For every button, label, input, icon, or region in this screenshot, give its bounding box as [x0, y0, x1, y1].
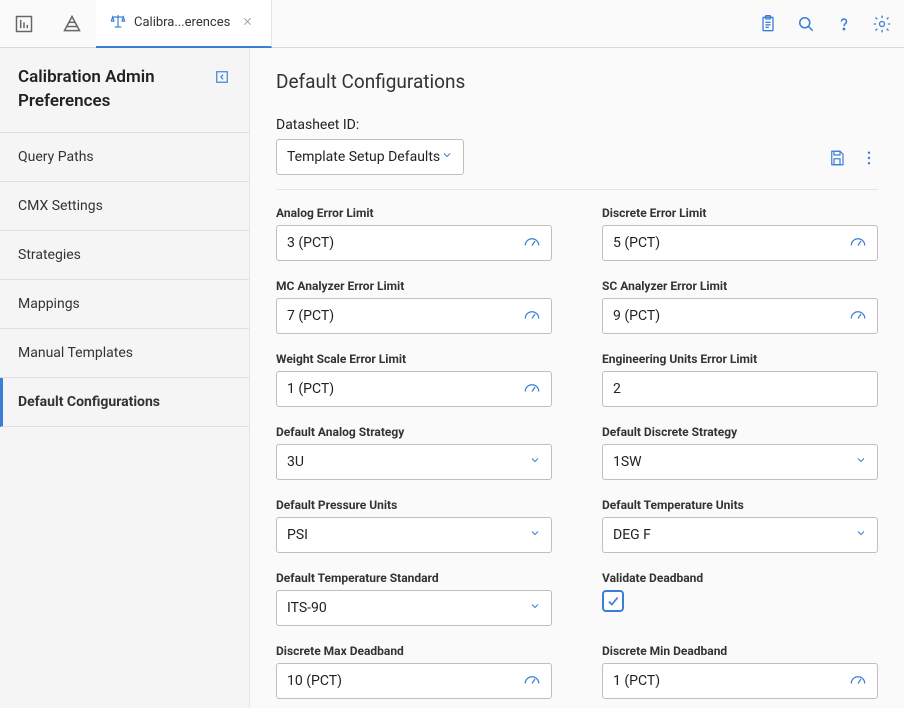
help-icon[interactable]	[826, 0, 862, 48]
sidebar-item-manual-templates[interactable]: Manual Templates	[0, 329, 249, 378]
chevron-down-icon	[529, 527, 541, 543]
field-engineering-units-error-limit: Engineering Units Error Limit 2	[602, 352, 878, 407]
field-discrete-error-limit: Discrete Error Limit 5 (PCT)	[602, 206, 878, 261]
gauge-icon	[849, 307, 867, 325]
sidebar-header: Calibration Admin Preferences	[0, 48, 249, 132]
sidebar: Calibration Admin Preferences Query Path…	[0, 48, 250, 708]
chevron-down-icon	[855, 454, 867, 470]
field-default-temperature-standard: Default Temperature Standard ITS-90	[276, 571, 552, 626]
save-icon[interactable]	[828, 149, 846, 171]
default-analog-strategy-select[interactable]: 3U	[276, 444, 552, 480]
gear-icon[interactable]	[864, 0, 900, 48]
sidebar-nav: Query Paths CMX Settings Strategies Mapp…	[0, 132, 249, 427]
field-default-temperature-units: Default Temperature Units DEG F	[602, 498, 878, 553]
sidebar-item-query-paths[interactable]: Query Paths	[0, 133, 249, 182]
field-label: Default Pressure Units	[276, 498, 552, 512]
gauge-icon	[523, 380, 541, 398]
tab-area: Calibra...erences	[96, 0, 272, 48]
field-label: MC Analyzer Error Limit	[276, 279, 552, 293]
field-label: Default Analog Strategy	[276, 425, 552, 439]
validate-deadband-checkbox[interactable]	[602, 590, 624, 612]
dashboard-icon[interactable]	[0, 0, 48, 48]
field-default-discrete-strategy: Default Discrete Strategy 1SW	[602, 425, 878, 480]
field-validate-deadband: Validate Deadband	[602, 571, 878, 626]
main-layout: Calibration Admin Preferences Query Path…	[0, 48, 904, 708]
engineering-units-error-limit-input[interactable]: 2	[602, 371, 878, 407]
field-default-pressure-units: Default Pressure Units PSI	[276, 498, 552, 553]
field-analog-error-limit: Analog Error Limit 3 (PCT)	[276, 206, 552, 261]
chevron-down-icon	[529, 454, 541, 470]
search-icon[interactable]	[788, 0, 824, 48]
field-label: Discrete Max Deadband	[276, 644, 552, 658]
datasheet-label: Datasheet ID:	[276, 117, 464, 133]
tab-label: Calibra...erences	[134, 15, 230, 30]
sidebar-item-cmx-settings[interactable]: CMX Settings	[0, 182, 249, 231]
page-actions	[828, 149, 878, 175]
default-temperature-units-select[interactable]: DEG F	[602, 517, 878, 553]
sidebar-title: Calibration Admin Preferences	[18, 66, 213, 114]
field-label: Discrete Min Deadband	[602, 644, 878, 658]
datasheet-select[interactable]: Template Setup Defaults	[276, 139, 464, 175]
field-default-analog-strategy: Default Analog Strategy 3U	[276, 425, 552, 480]
tab-calibration-preferences[interactable]: Calibra...erences	[96, 0, 272, 48]
top-toolbar: Calibra...erences	[0, 0, 904, 48]
toolbar-right	[750, 0, 904, 48]
sc-analyzer-error-limit-input[interactable]: 9 (PCT)	[602, 298, 878, 334]
field-weight-scale-error-limit: Weight Scale Error Limit 1 (PCT)	[276, 352, 552, 407]
chevron-down-icon	[529, 600, 541, 616]
field-discrete-min-deadband: Discrete Min Deadband 1 (PCT)	[602, 644, 878, 699]
field-label: SC Analyzer Error Limit	[602, 279, 878, 293]
page-title: Default Configurations	[276, 70, 878, 93]
gauge-icon	[849, 234, 867, 252]
default-pressure-units-select[interactable]: PSI	[276, 517, 552, 553]
gauge-icon	[523, 672, 541, 690]
mc-analyzer-error-limit-input[interactable]: 7 (PCT)	[276, 298, 552, 334]
sidebar-item-default-configurations[interactable]: Default Configurations	[0, 378, 249, 427]
field-mc-analyzer-error-limit: MC Analyzer Error Limit 7 (PCT)	[276, 279, 552, 334]
pyramid-icon[interactable]	[48, 0, 96, 48]
analog-error-limit-input[interactable]: 3 (PCT)	[276, 225, 552, 261]
default-discrete-strategy-select[interactable]: 1SW	[602, 444, 878, 480]
datasheet-select-value: Template Setup Defaults	[287, 149, 440, 165]
chevron-down-icon	[855, 527, 867, 543]
scale-icon	[110, 13, 126, 33]
field-label: Validate Deadband	[602, 571, 878, 585]
chevron-down-icon	[441, 149, 453, 165]
close-icon[interactable]	[238, 12, 257, 34]
clipboard-icon[interactable]	[750, 0, 786, 48]
field-label: Default Discrete Strategy	[602, 425, 878, 439]
sidebar-item-strategies[interactable]: Strategies	[0, 231, 249, 280]
gauge-icon	[523, 307, 541, 325]
content-pane: Default Configurations Datasheet ID: Tem…	[250, 48, 904, 708]
gauge-icon	[523, 234, 541, 252]
field-sc-analyzer-error-limit: SC Analyzer Error Limit 9 (PCT)	[602, 279, 878, 334]
weight-scale-error-limit-input[interactable]: 1 (PCT)	[276, 371, 552, 407]
field-label: Analog Error Limit	[276, 206, 552, 220]
gauge-icon	[849, 672, 867, 690]
field-discrete-max-deadband: Discrete Max Deadband 10 (PCT)	[276, 644, 552, 699]
default-temperature-standard-select[interactable]: ITS-90	[276, 590, 552, 626]
discrete-max-deadband-input[interactable]: 10 (PCT)	[276, 663, 552, 699]
collapse-icon[interactable]	[213, 68, 231, 90]
discrete-min-deadband-input[interactable]: 1 (PCT)	[602, 663, 878, 699]
kebab-menu-icon[interactable]	[860, 149, 878, 171]
form-grid: Analog Error Limit 3 (PCT) Discrete Erro…	[276, 206, 878, 699]
field-label: Engineering Units Error Limit	[602, 352, 878, 366]
field-label: Default Temperature Units	[602, 498, 878, 512]
field-label: Discrete Error Limit	[602, 206, 878, 220]
datasheet-row: Datasheet ID: Template Setup Defaults	[276, 117, 878, 190]
sidebar-item-mappings[interactable]: Mappings	[0, 280, 249, 329]
field-label: Weight Scale Error Limit	[276, 352, 552, 366]
discrete-error-limit-input[interactable]: 5 (PCT)	[602, 225, 878, 261]
field-label: Default Temperature Standard	[276, 571, 552, 585]
